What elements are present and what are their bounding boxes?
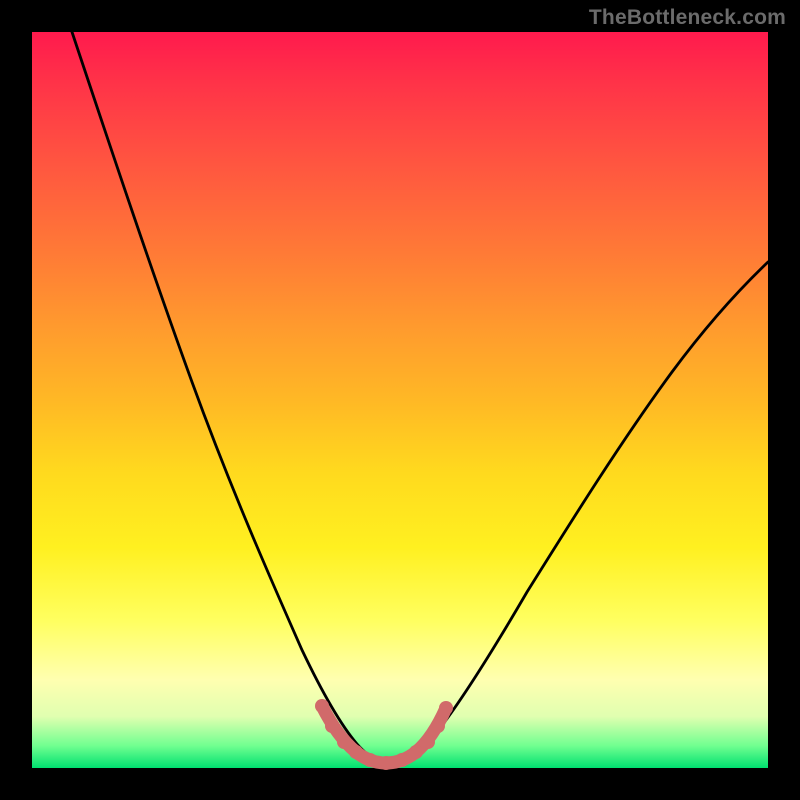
valley-highlight [322,706,446,763]
watermark-text: TheBottleneck.com [589,6,786,30]
right-curve [402,262,768,760]
chart-frame: TheBottleneck.com [0,0,800,800]
left-curve [72,32,377,760]
plot-area [32,32,768,768]
curve-layer [32,32,768,768]
